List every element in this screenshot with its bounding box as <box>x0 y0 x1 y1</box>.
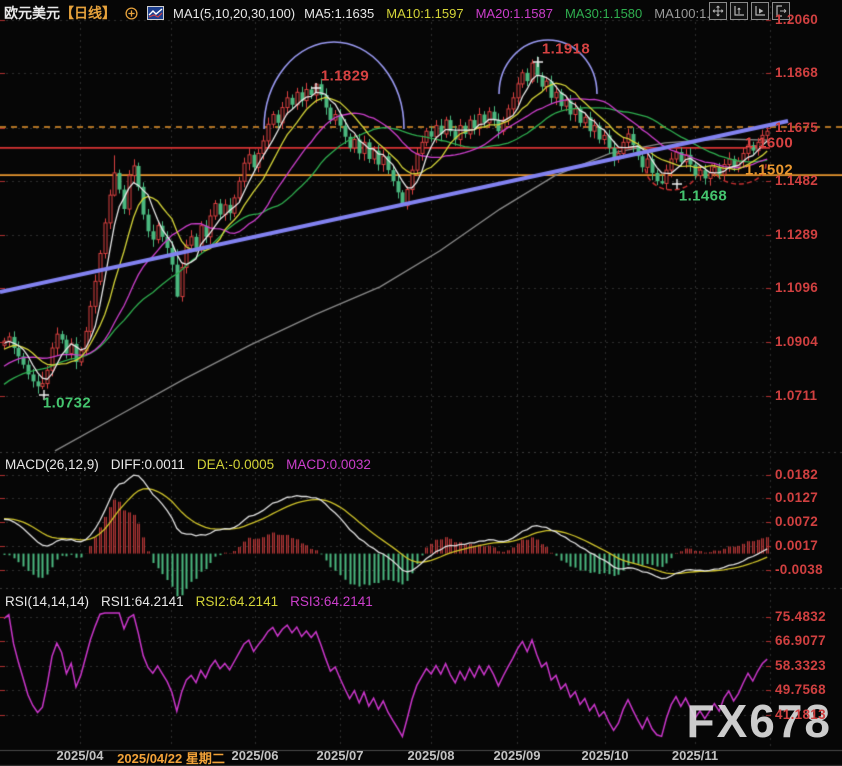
rsi-value-label: RSI3:64.2141 <box>290 594 373 609</box>
macd-params-label: MACD(26,12,9) <box>5 457 99 472</box>
ma-value-label: MA20:1.1587 <box>476 6 553 21</box>
price-mark-label: 1.1829 <box>321 68 369 85</box>
x-axis-label: 2025/11 <box>672 748 718 763</box>
price-axis-label: 1.2060 <box>775 12 818 27</box>
x-axis-label: 2025/10 <box>582 748 629 763</box>
price-axis-label: 1.1675 <box>775 120 818 135</box>
auto-scale-icon[interactable] <box>730 2 748 20</box>
macd-axis-label: 0.0182 <box>775 467 818 482</box>
x-axis-selected-date-label: 2025/04/22 星期二 <box>117 748 225 766</box>
macd-axis-label: 0.0072 <box>775 514 818 529</box>
macd-values: DIFF:0.0011 DEA:-0.0005 MACD:0.0032 <box>111 457 371 472</box>
x-axis-label: 2025/09 <box>494 748 541 763</box>
macd-axis-label: 0.0127 <box>775 490 818 505</box>
rsi-axis-label: 58.3323 <box>775 658 826 673</box>
ma-params-label: MA1(5,10,20,30,100) <box>173 6 295 21</box>
x-axis-label: 2025/06 <box>232 748 279 763</box>
price-axis-label: 1.1096 <box>775 280 818 295</box>
price-mark-label: 1.1468 <box>679 188 727 205</box>
price-mark-label: 1.1918 <box>542 41 590 58</box>
x-axis-label: 2025/04 <box>57 748 104 763</box>
rsi-values: RSI1:64.2141 RSI2:64.2141 RSI3:64.2141 <box>101 594 373 609</box>
rsi-axis-label: 49.7568 <box>775 682 826 697</box>
rsi-params-label: RSI(14,14,14) <box>5 594 89 609</box>
chart-canvas[interactable] <box>0 0 842 766</box>
chart-header: 欧元美元【日线】 MA1(5,10,20,30,100) MA5:1.1635M… <box>4 3 724 23</box>
period-tag: 【日线】 <box>60 5 116 21</box>
x-axis-label: 2025/07 <box>317 748 364 763</box>
ma-values: MA5:1.1635 MA10:1.1597 MA20:1.1587 MA30:1.1… <box>304 6 724 21</box>
macd-value-label: DIFF:0.0011 <box>111 457 185 472</box>
macd-value-label: MACD:0.0032 <box>286 457 371 472</box>
price-axis-label: 1.0904 <box>775 334 818 349</box>
playback-icon[interactable] <box>751 2 769 20</box>
macd-axis-label: -0.0038 <box>775 562 823 577</box>
ma-value-label: MA10:1.1597 <box>386 6 463 21</box>
ma-value-label: MA30:1.1580 <box>565 6 642 21</box>
price-mark-label: 1.1600 <box>745 135 793 152</box>
rsi-value-label: RSI2:64.2141 <box>196 594 279 609</box>
price-axis-label: 1.0711 <box>775 388 817 403</box>
ma-value-label: MA5:1.1635 <box>304 6 374 21</box>
price-axis-label: 1.1868 <box>775 65 818 80</box>
macd-axis-label: 0.0017 <box>775 538 818 553</box>
pan-tool-icon[interactable] <box>709 2 727 20</box>
rsi-axis-label: 66.9077 <box>775 633 826 648</box>
price-mark-label: 1.1502 <box>745 162 793 179</box>
rsi-value-label: RSI1:64.2141 <box>101 594 184 609</box>
symbol-title: 欧元美元 <box>4 5 60 21</box>
chart-type-icon[interactable] <box>147 6 164 20</box>
price-axis-label: 1.1289 <box>775 227 818 242</box>
x-axis-label: 2025/08 <box>408 748 455 763</box>
add-circle-icon[interactable] <box>125 7 138 20</box>
macd-value-label: DEA:-0.0005 <box>197 457 274 472</box>
macd-header: MACD(26,12,9) DIFF:0.0011 DEA:-0.0005 MACD… <box>5 457 371 472</box>
trading-chart-window: 欧元美元【日线】 MA1(5,10,20,30,100) MA5:1.1635M… <box>0 0 842 766</box>
price-mark-label: 1.0732 <box>43 395 91 412</box>
rsi-axis-label: 75.4832 <box>775 609 826 624</box>
rsi-axis-label: 41.1813 <box>775 707 826 722</box>
rsi-header: RSI(14,14,14) RSI1:64.2141RSI2:64.2141RS… <box>5 594 373 609</box>
